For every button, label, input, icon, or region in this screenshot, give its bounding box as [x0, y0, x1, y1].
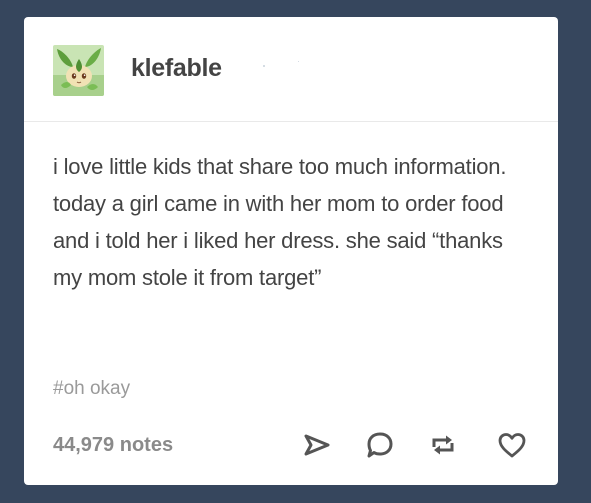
- like-button[interactable]: [496, 429, 528, 461]
- heart-icon: [498, 433, 526, 458]
- notes-count[interactable]: 44,979 notes: [53, 433, 173, 457]
- reblog-arrows-icon: [432, 435, 454, 455]
- paper-plane-icon: [304, 434, 330, 456]
- divider-dot: [263, 65, 265, 67]
- share-button[interactable]: [301, 429, 333, 461]
- post-card: klefable i love little kids that share t…: [24, 17, 558, 485]
- post-body: i love little kids that share too much i…: [53, 148, 533, 296]
- divider-dot: [298, 61, 299, 62]
- avatar[interactable]: [53, 45, 104, 96]
- post-tag[interactable]: #oh okay: [53, 377, 130, 401]
- post-header: klefable: [24, 17, 558, 122]
- username-link[interactable]: klefable: [131, 54, 222, 82]
- leafeon-avatar-image: [53, 45, 104, 96]
- post-text: i love little kids that share too much i…: [53, 154, 507, 290]
- reply-button[interactable]: [364, 429, 396, 461]
- reblog-button[interactable]: [427, 429, 459, 461]
- speech-bubble-icon: [367, 432, 393, 458]
